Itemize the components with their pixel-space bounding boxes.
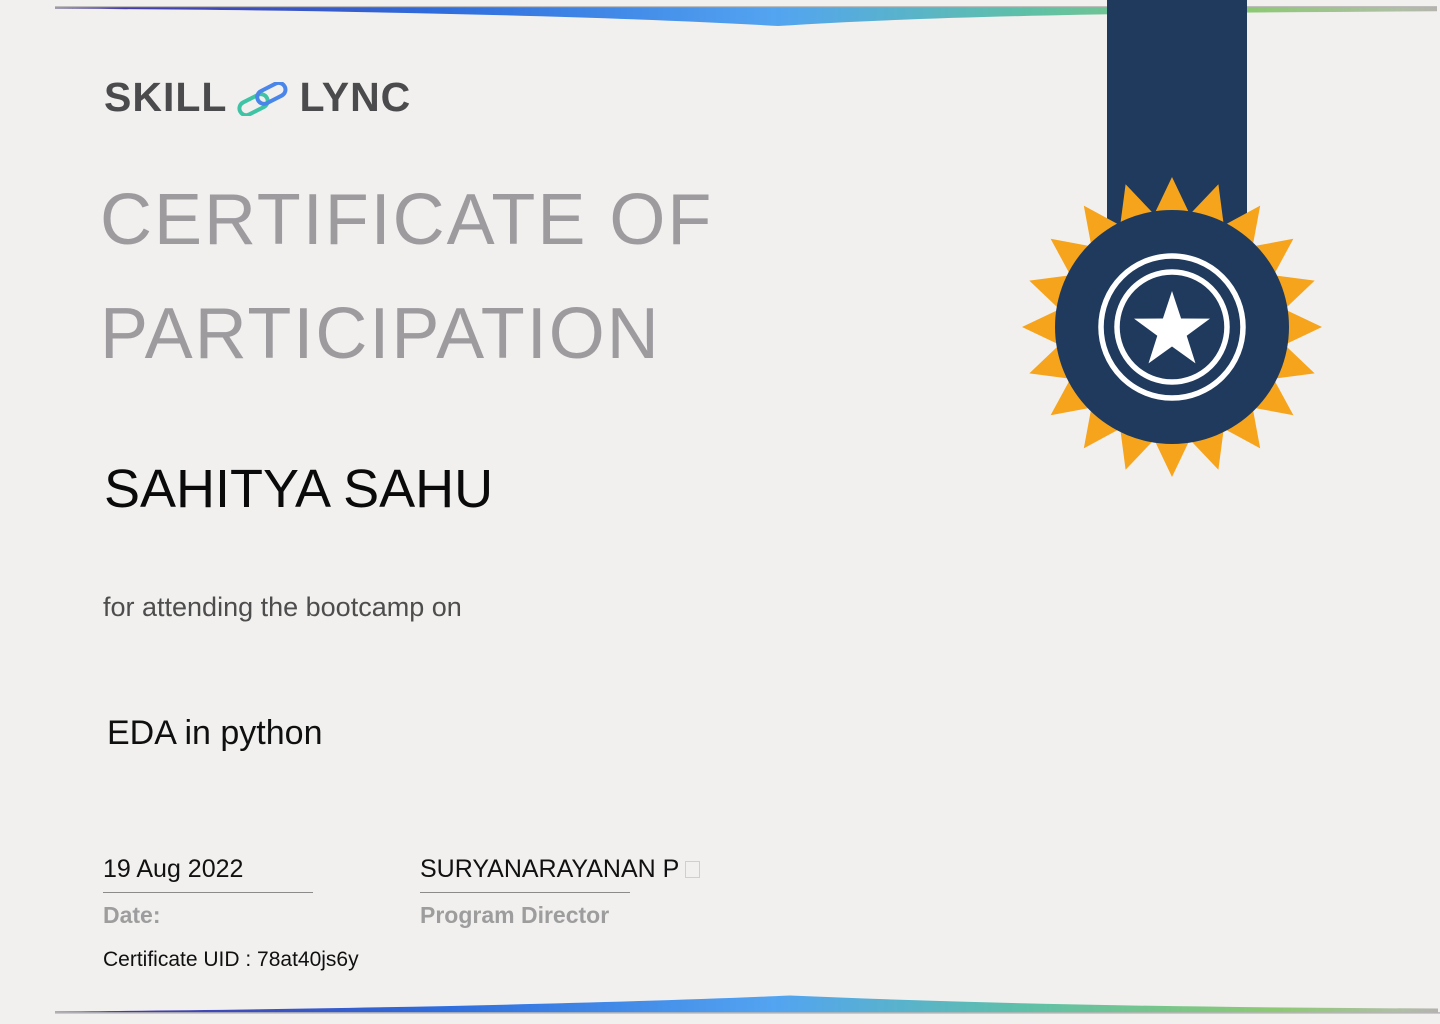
date-label: Date: (103, 902, 161, 928)
director-name: SURYANARAYANAN P (420, 855, 740, 884)
missing-glyph-box (685, 861, 701, 878)
director-name-text: SURYANARAYANAN P (420, 855, 680, 883)
chain-link-icon (237, 82, 288, 116)
date-signature-block: 19 Aug 2022 Date: (103, 855, 333, 929)
certificate-uid: Certificate UID : 78at40js6y (103, 948, 359, 971)
director-signature-block: SURYANARAYANAN P Program Director (420, 855, 740, 929)
logo-word-right: LYNC (299, 73, 412, 120)
certificate-page: SKILL LYNC CERTIFICATE OF PARTICIPATION … (0, 0, 1440, 1024)
recipient-name: SAHITYA SAHU (104, 459, 494, 519)
director-label: Program Director (420, 902, 610, 928)
certificate-title-line2: PARTICIPATION (100, 294, 661, 374)
logo-word-left: SKILL (104, 73, 228, 120)
certificate-title-line1: CERTIFICATE OF (100, 180, 714, 260)
director-signature-line (420, 892, 630, 893)
medal-badge-icon (1022, 177, 1322, 477)
skill-lync-logo: SKILL LYNC (104, 74, 411, 120)
course-name: EDA in python (107, 714, 323, 752)
certificate-title: CERTIFICATE OF PARTICIPATION (100, 163, 713, 391)
date-signature-line (103, 892, 313, 893)
subtitle-text: for attending the bootcamp on (103, 592, 462, 622)
bottom-border-swoosh (55, 995, 1440, 1014)
date-value: 19 Aug 2022 (103, 855, 244, 883)
